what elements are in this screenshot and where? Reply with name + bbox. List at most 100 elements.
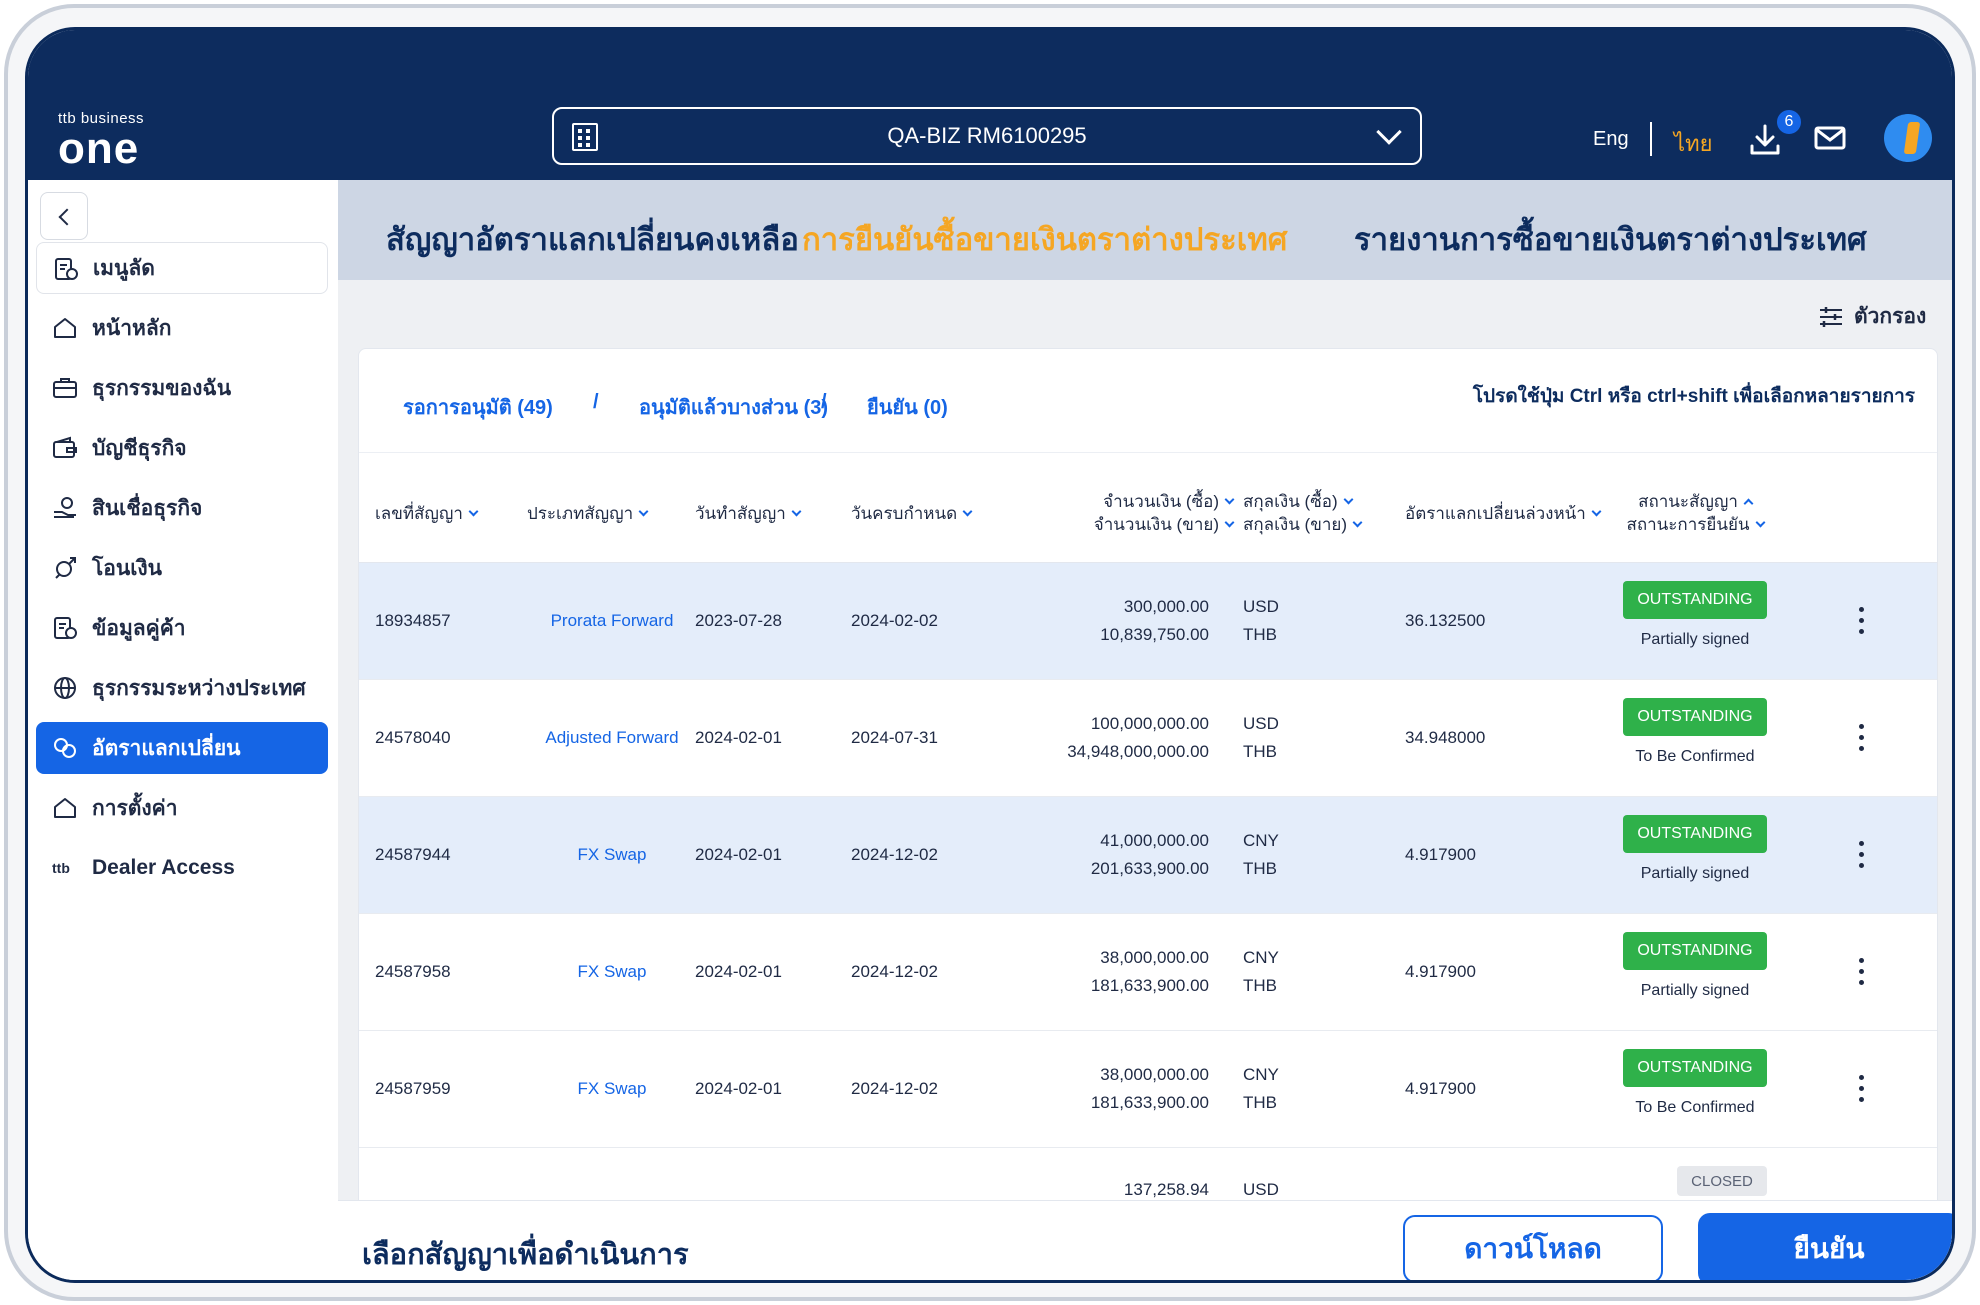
contract-type-link[interactable]: FX Swap xyxy=(527,962,697,982)
contract-no: 24587958 xyxy=(375,962,451,981)
chevron-down-icon xyxy=(1352,517,1363,528)
table-row[interactable]: 24578040 Adjusted Forward 2024-02-01 202… xyxy=(359,680,1937,797)
globe-icon xyxy=(54,677,76,699)
sidebar-item-label: ข้อมูลคู่ค้า xyxy=(92,616,186,640)
currency-buy: CNY xyxy=(1243,948,1279,967)
avatar[interactable] xyxy=(1884,114,1932,162)
filter-icon xyxy=(1820,306,1842,327)
chevron-down-icon xyxy=(791,506,802,517)
tab-fx-confirmation[interactable]: การยืนยันซื้อขายเงินตราต่างประเทศ xyxy=(802,214,1287,264)
table-row[interactable]: 24587958 FX Swap 2024-02-01 2024-12-02 3… xyxy=(359,914,1937,1031)
contract-type-link[interactable]: FX Swap xyxy=(527,1079,697,1099)
contract-date: 2024-02-01 xyxy=(695,962,782,981)
table-row[interactable]: 24587944 FX Swap 2024-02-01 2024-12-02 4… xyxy=(359,797,1937,914)
status-badge: OUTSTANDING xyxy=(1623,1049,1767,1087)
main-tabs: สัญญาอัตราแลกเปลี่ยนคงเหลือ การยืนยันซื้… xyxy=(338,180,1952,280)
sidebar-item-home[interactable]: หน้าหลัก xyxy=(36,302,328,354)
contract-date: 2024-02-01 xyxy=(695,728,782,747)
contract-type-link[interactable]: FX Swap xyxy=(527,845,697,865)
download-button[interactable]: ดาวน์โหลด xyxy=(1403,1215,1663,1280)
currency-sell: THB xyxy=(1243,1093,1277,1112)
subtab-confirmed[interactable]: ยืนยัน (0) xyxy=(867,391,948,423)
amount-sell: 201,633,900.00 xyxy=(1090,859,1209,878)
chevron-down-icon xyxy=(1224,517,1235,528)
tab-outstanding-contracts[interactable]: สัญญาอัตราแลกเปลี่ยนคงเหลือ xyxy=(386,214,799,264)
contract-type-link[interactable]: Prorata Forward xyxy=(527,611,697,631)
ttb-business-one-logo[interactable]: ttb business one xyxy=(58,110,168,173)
col-amount-sell[interactable]: จำนวนเงิน (ขาย) xyxy=(1033,511,1235,538)
sidebar-item-business-loan[interactable]: สินเชื่อธุรกิจ xyxy=(36,482,328,534)
chevron-down-icon xyxy=(1376,119,1402,145)
lang-thai[interactable]: ไทย xyxy=(1674,126,1712,161)
forward-rate: 4.917900 xyxy=(1405,845,1476,864)
more-options-icon[interactable] xyxy=(1859,958,1865,988)
contract-date: 2024-02-01 xyxy=(695,1079,782,1098)
sidebar-item-settings[interactable]: การตั้งค่า xyxy=(36,782,328,834)
lang-english[interactable]: Eng xyxy=(1593,128,1629,151)
sidebar-item-partner-info[interactable]: ข้อมูลคู่ค้า xyxy=(36,602,328,654)
subtab-pending[interactable]: รอการอนุมัติ (49) xyxy=(403,391,553,423)
forward-rate: 4.917900 xyxy=(1405,962,1476,981)
col-label: จำนวนเงิน (ขาย) xyxy=(1093,515,1219,534)
sidebar-item-exchange-rate[interactable]: อัตราแลกเปลี่ยน xyxy=(36,722,328,774)
sidebar-item-dealer-access[interactable]: ttb Dealer Access xyxy=(36,842,328,894)
building-icon xyxy=(572,123,598,151)
chevron-down-icon xyxy=(468,506,479,517)
download-count-badge: 6 xyxy=(1775,108,1803,136)
amount-sell: 181,633,900.00 xyxy=(1090,976,1209,995)
exchange-icon xyxy=(54,738,76,758)
more-options-icon[interactable] xyxy=(1859,724,1865,754)
status-badge: OUTSTANDING xyxy=(1623,815,1767,853)
subtab-partial[interactable]: อนุมัติแล้วบางส่วน (3) xyxy=(639,391,828,423)
sidebar-item-transfer[interactable]: โอนเงิน xyxy=(36,542,328,594)
col-contract-no[interactable]: เลขที่สัญญา xyxy=(375,500,479,527)
sidebar-item-shortcut[interactable]: เมนูลัด xyxy=(36,242,328,294)
currency-buy: USD xyxy=(1243,1180,1279,1199)
table-row[interactable]: 24587959 FX Swap 2024-02-01 2024-12-02 3… xyxy=(359,1031,1937,1148)
col-ccy-sell[interactable]: สกุลเงิน (ขาย) xyxy=(1243,511,1363,538)
forward-rate: 4.917900 xyxy=(1405,1079,1476,1098)
table-row[interactable]: 137,258.94 USD CLOSED xyxy=(359,1148,1937,1207)
sidebar-item-my-transactions[interactable]: ธุรกรรมของฉัน xyxy=(36,362,328,414)
settings-icon xyxy=(54,798,76,818)
collapse-sidebar-button[interactable] xyxy=(40,192,88,240)
ttb-icon: ttb xyxy=(52,860,70,876)
sidebar-item-label: อัตราแลกเปลี่ยน xyxy=(92,736,241,760)
account-selector[interactable]: QA-BIZ RM6100295 xyxy=(552,107,1422,165)
more-options-icon[interactable] xyxy=(1859,841,1865,871)
table-row[interactable]: 18934857 Prorata Forward 2023-07-28 2024… xyxy=(359,563,1937,680)
contract-no: 24578040 xyxy=(375,728,451,747)
home-icon xyxy=(54,318,76,338)
currency-buy: USD xyxy=(1243,597,1279,616)
sidebar-item-label: การตั้งค่า xyxy=(92,796,178,820)
sidebar-item-business-account[interactable]: บัญชีธุรกิจ xyxy=(36,422,328,474)
shortcut-icon xyxy=(55,258,78,280)
app-screen: ttb business one QA-BIZ RM6100295 Eng ไท… xyxy=(25,27,1955,1283)
status-badge: OUTSTANDING xyxy=(1623,932,1767,970)
filter-button[interactable]: ตัวกรอง xyxy=(1818,300,1926,333)
more-options-icon[interactable] xyxy=(1859,607,1865,637)
col-contract-date[interactable]: วันทำสัญญา xyxy=(695,500,802,527)
confirm-status: To Be Confirmed xyxy=(1635,748,1755,765)
col-contract-type[interactable]: ประเภทสัญญา xyxy=(527,500,649,527)
confirm-button[interactable]: ยืนยัน xyxy=(1698,1213,1952,1280)
col-due-date[interactable]: วันครบกำหนด xyxy=(851,500,973,527)
col-label: สถานะสัญญา xyxy=(1638,492,1738,511)
contract-no: 18934857 xyxy=(375,611,451,630)
due-date: 2024-12-02 xyxy=(851,845,938,864)
amount-sell: 34,948,000,000.00 xyxy=(1067,742,1209,761)
contract-type-link[interactable]: Adjusted Forward xyxy=(527,728,697,748)
chevron-down-icon xyxy=(1591,506,1602,517)
sidebar-item-label: Dealer Access xyxy=(92,856,235,879)
sidebar-item-label: หน้าหลัก xyxy=(92,316,172,340)
tab-fx-report[interactable]: รายงานการซื้อขายเงินตราต่างประเทศ xyxy=(1354,214,1867,264)
col-forward-rate[interactable]: อัตราแลกเปลี่ยนล่วงหน้า xyxy=(1405,500,1602,527)
mail-icon[interactable] xyxy=(1814,126,1846,150)
more-options-icon[interactable] xyxy=(1859,1075,1865,1105)
amount-buy: 38,000,000.00 xyxy=(1100,948,1209,967)
briefcase-icon xyxy=(53,378,77,398)
chevron-down-icon xyxy=(1224,494,1235,505)
currency-buy: CNY xyxy=(1243,1065,1279,1084)
col-confirm-status[interactable]: สถานะการยืนยัน xyxy=(1615,511,1775,538)
sidebar-item-international[interactable]: ธุรกรรมระหว่างประเทศ xyxy=(36,662,328,714)
